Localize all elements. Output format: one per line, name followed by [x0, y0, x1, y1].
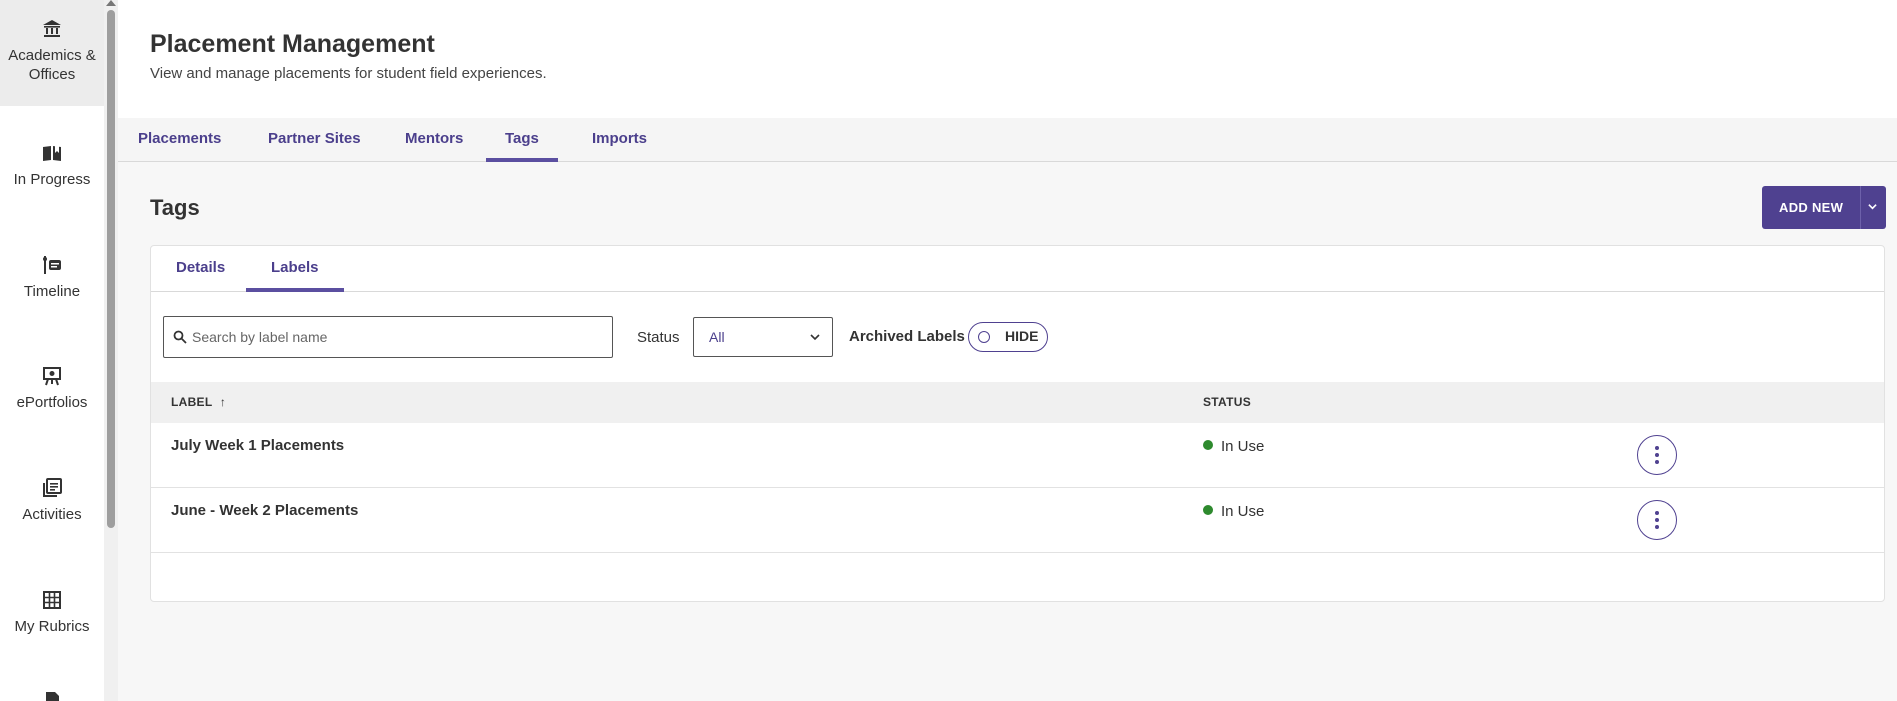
sidebar-item-timeline[interactable]: Timeline	[0, 254, 104, 301]
status-dot-icon	[1203, 440, 1213, 450]
sidebar-item-my-rubrics[interactable]: My Rubrics	[0, 589, 104, 636]
tab-mentors[interactable]: Mentors	[386, 118, 482, 162]
row-actions-button[interactable]	[1637, 500, 1677, 540]
sidebar-item-label: In Progress	[13, 171, 91, 188]
column-header-label[interactable]: LABEL ↑	[171, 382, 226, 423]
sidebar-item-label: ePortfolios	[16, 394, 88, 411]
tab-imports[interactable]: Imports	[573, 118, 666, 162]
row-label: June - Week 2 Placements	[171, 502, 359, 519]
sidebar-item-label: Timeline	[23, 283, 81, 300]
row-label: July Week 1 Placements	[171, 437, 345, 454]
timeline-icon	[43, 256, 61, 274]
status-select[interactable]: All	[693, 317, 833, 357]
search-icon	[173, 330, 187, 344]
sidebar: Academics & Offices In Progress Timeline…	[0, 0, 104, 701]
page-subtitle: View and manage placements for student f…	[150, 65, 547, 82]
easel-icon	[43, 367, 61, 386]
chevron-down-icon[interactable]	[1868, 202, 1877, 211]
kebab-dot-icon	[1655, 518, 1659, 522]
toggle-text: HIDE	[1005, 328, 1039, 344]
search-field[interactable]	[163, 316, 613, 358]
tab-tags[interactable]: Tags	[486, 118, 558, 162]
tab-partner-sites[interactable]: Partner Sites	[249, 118, 380, 162]
sort-ascending-icon: ↑	[219, 395, 227, 409]
row-status: In Use	[1203, 438, 1264, 455]
column-header-status: STATUS	[1203, 395, 1252, 409]
kebab-dot-icon	[1655, 446, 1659, 450]
sidebar-item-eportfolios[interactable]: ePortfolios	[0, 365, 104, 412]
row-actions-button[interactable]	[1637, 435, 1677, 475]
tab-labels[interactable]: Labels	[246, 246, 344, 292]
add-new-button[interactable]: ADD NEW	[1762, 186, 1886, 229]
section-title: Tags	[150, 195, 200, 220]
inner-tabs: Details Labels	[151, 246, 1884, 292]
column-header-label-text: LABEL	[171, 395, 213, 409]
document-icon	[46, 692, 59, 701]
archived-labels-label: Archived Labels	[849, 328, 965, 345]
archived-labels-toggle[interactable]: HIDE	[968, 322, 1048, 352]
table-row: June - Week 2 Placements In Use	[151, 488, 1884, 553]
sidebar-scrollbar-thumb[interactable]	[107, 10, 115, 528]
kebab-dot-icon	[1655, 460, 1659, 464]
bank-icon	[43, 20, 61, 37]
activities-icon	[43, 478, 62, 497]
main-tabs: Placements Partner Sites Mentors Tags Im…	[118, 118, 1897, 162]
kebab-dot-icon	[1655, 453, 1659, 457]
sidebar-item-activities[interactable]: Activities	[0, 477, 104, 524]
scroll-up-arrow-icon[interactable]	[106, 0, 116, 6]
tab-details[interactable]: Details	[151, 246, 250, 292]
toggle-knob	[978, 331, 990, 343]
add-new-label: ADD NEW	[1779, 200, 1844, 215]
sidebar-item-in-progress[interactable]: In Progress	[0, 142, 104, 189]
row-status: In Use	[1203, 503, 1264, 520]
tab-placements[interactable]: Placements	[119, 118, 240, 162]
status-dot-icon	[1203, 505, 1213, 515]
chevron-down-icon	[810, 334, 820, 341]
book-flag-icon	[43, 146, 61, 161]
grid-icon	[43, 591, 61, 609]
sidebar-item-label: Academics & Offices	[8, 47, 96, 83]
status-label: Status	[637, 329, 680, 346]
kebab-dot-icon	[1655, 525, 1659, 529]
table-header: LABEL ↑ STATUS	[151, 382, 1884, 423]
kebab-dot-icon	[1655, 511, 1659, 515]
search-input[interactable]	[192, 317, 602, 357]
sidebar-item-label: Activities	[22, 506, 82, 523]
row-status-text: In Use	[1221, 503, 1265, 520]
sidebar-item-academics-offices[interactable]: Academics & Offices	[0, 0, 104, 106]
row-status-text: In Use	[1221, 438, 1265, 455]
sidebar-item-more[interactable]	[0, 690, 104, 701]
page-header: Placement Management View and manage pla…	[118, 0, 1897, 118]
button-divider	[1860, 186, 1861, 229]
page-title: Placement Management	[150, 30, 435, 58]
status-select-value: All	[709, 329, 725, 345]
sidebar-item-label: My Rubrics	[14, 618, 90, 635]
table-row: July Week 1 Placements In Use	[151, 423, 1884, 488]
labels-card: Details Labels Status All Archived Label…	[150, 245, 1885, 602]
